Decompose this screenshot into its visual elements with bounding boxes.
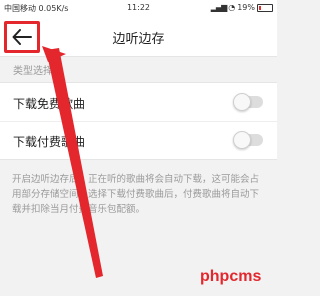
toggle-free-download[interactable] — [233, 93, 263, 111]
settings-group: 下载免费歌曲 下载付费歌曲 — [0, 82, 277, 160]
setting-row-free[interactable]: 下载免费歌曲 — [0, 83, 277, 122]
status-bar: 中国移动 0.05K/s 11:22 ▂▄▆ ◔ 19% — [0, 0, 277, 14]
battery-icon — [257, 3, 273, 12]
page-title: 边听边存 — [112, 32, 165, 47]
setting-row-paid[interactable]: 下载付费歌曲 — [0, 121, 277, 159]
nav-header: 边听边存 — [0, 14, 277, 57]
wifi-icon: ◔ — [228, 3, 236, 12]
section-label: 类型选择 — [13, 66, 53, 77]
status-right: ▂▄▆ ◔ 19% — [211, 3, 273, 12]
watermark: phpcms — [200, 268, 262, 285]
toggle-knob — [233, 131, 251, 149]
description-text: 开启边听边存后，正在听的歌曲将会自动下载，这可能会占用部分存储空间。选择下载付费… — [12, 174, 260, 215]
toggle-knob — [233, 93, 251, 111]
setting-label-paid: 下载付费歌曲 — [13, 135, 86, 149]
battery-percent: 19% — [237, 3, 255, 12]
toggle-paid-download[interactable] — [233, 131, 263, 149]
setting-label-free: 下载免费歌曲 — [13, 97, 86, 111]
signal-icon: ▂▄▆ — [210, 3, 228, 12]
